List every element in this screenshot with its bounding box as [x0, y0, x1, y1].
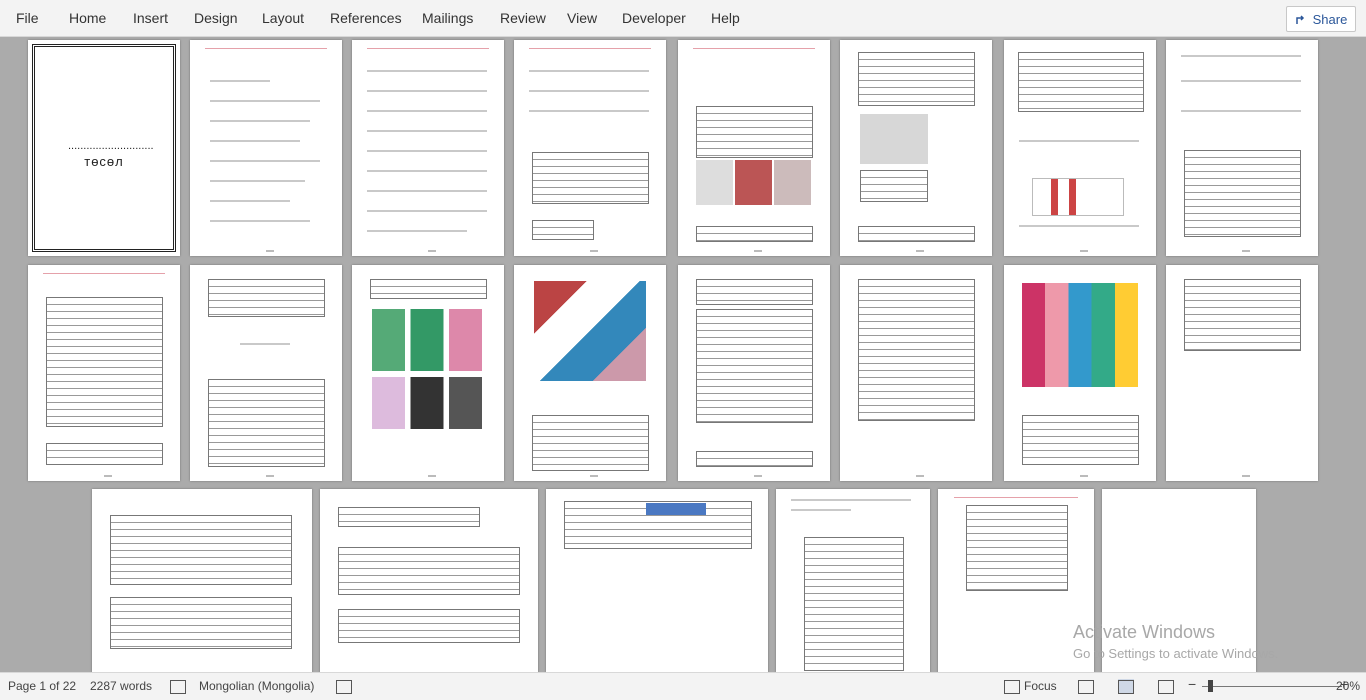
ribbon-menubar: File Home Insert Design Layout Reference…: [0, 0, 1366, 37]
page-thumbnail[interactable]: [514, 265, 666, 481]
accessibility-icon[interactable]: [336, 679, 352, 694]
web-layout-icon[interactable]: [1158, 679, 1174, 694]
zoom-level[interactable]: 20%: [1336, 679, 1360, 693]
menu-references[interactable]: References: [330, 10, 402, 26]
menu-review[interactable]: Review: [500, 10, 546, 26]
page-thumbnail[interactable]: [1166, 265, 1318, 481]
word-count[interactable]: 2287 words: [90, 679, 152, 693]
page-thumbnail[interactable]: [190, 40, 342, 256]
menu-developer[interactable]: Developer: [622, 10, 686, 26]
language-indicator[interactable]: Mongolian (Mongolia): [199, 679, 314, 693]
page-thumbnail[interactable]: [514, 40, 666, 256]
activation-watermark-title: Activate Windows: [1073, 622, 1216, 642]
cover-dots: ............................: [68, 140, 154, 152]
menu-insert[interactable]: Insert: [133, 10, 168, 26]
page-thumbnail[interactable]: [840, 265, 992, 481]
print-layout-icon[interactable]: [1118, 679, 1134, 694]
page-thumbnail[interactable]: [352, 265, 504, 481]
proofing-icon[interactable]: [170, 679, 186, 694]
page-thumbnail[interactable]: [190, 265, 342, 481]
page-thumbnail[interactable]: [840, 40, 992, 256]
focus-button[interactable]: Focus: [1024, 679, 1057, 693]
share-button[interactable]: Share: [1286, 6, 1356, 32]
page-thumbnail[interactable]: [938, 489, 1094, 673]
page-count[interactable]: Page 1 of 22: [8, 679, 76, 693]
focus-icon[interactable]: [1004, 679, 1020, 694]
page-thumbnail[interactable]: ............................ төсөл: [28, 40, 180, 256]
page-thumbnail[interactable]: [92, 489, 312, 673]
page-thumbnail[interactable]: [678, 265, 830, 481]
read-mode-icon[interactable]: [1078, 679, 1094, 694]
status-bar: Page 1 of 22 2287 words Mongolian (Mongo…: [0, 672, 1366, 700]
menu-design[interactable]: Design: [194, 10, 238, 26]
page-thumbnail[interactable]: [1004, 265, 1156, 481]
cover-title: төсөл: [84, 154, 124, 169]
share-label: Share: [1312, 11, 1348, 27]
menu-help[interactable]: Help: [711, 10, 740, 26]
menu-layout[interactable]: Layout: [262, 10, 304, 26]
menu-view[interactable]: View: [567, 10, 597, 26]
page-thumbnail[interactable]: [678, 40, 830, 256]
zoom-slider[interactable]: [1202, 686, 1342, 687]
page-thumbnail[interactable]: [546, 489, 768, 673]
page-thumbnail[interactable]: [776, 489, 930, 673]
page-thumbnail[interactable]: [28, 265, 180, 481]
share-icon: [1295, 15, 1304, 24]
page-thumbnail[interactable]: [1166, 40, 1318, 256]
zoom-slider-thumb[interactable]: [1208, 680, 1213, 692]
document-canvas[interactable]: ............................ төсөл: [0, 37, 1366, 673]
page-thumbnail[interactable]: [320, 489, 538, 673]
page-thumbnail[interactable]: [1004, 40, 1156, 256]
zoom-out-icon[interactable]: −: [1188, 676, 1196, 692]
menu-home[interactable]: Home: [69, 10, 106, 26]
page-thumbnail[interactable]: [352, 40, 504, 256]
menu-file[interactable]: File: [16, 10, 39, 26]
activation-watermark-subtitle: Go to Settings to activate Windows.: [1073, 646, 1279, 661]
menu-mailings[interactable]: Mailings: [422, 10, 473, 26]
